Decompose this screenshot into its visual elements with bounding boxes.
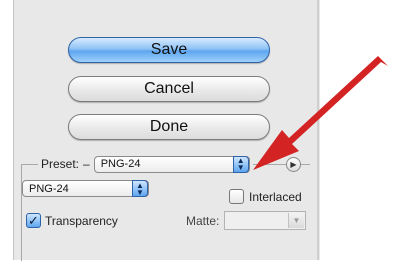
red-pointer-arrow-icon [253, 56, 388, 170]
